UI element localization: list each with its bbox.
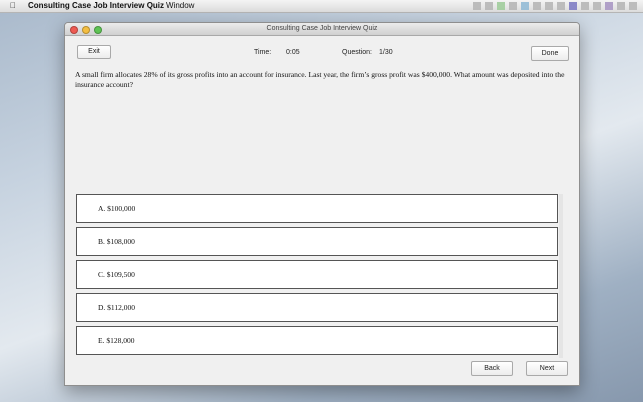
answer-list: A. $100,000 B. $108,000 C. $109,500 D. $… [75,194,561,358]
status-icon[interactable] [473,2,481,10]
apple-icon[interactable]:  [10,0,16,12]
status-icon[interactable] [521,2,529,10]
answer-list-scrollbar[interactable] [559,194,563,358]
close-window-icon[interactable] [70,26,78,34]
answer-option-d[interactable]: D. $112,000 [76,293,558,322]
status-icons [473,2,637,10]
question-text: A small firm allocates 28% of its gross … [75,70,565,89]
window-titlebar[interactable]: Consulting Case Job Interview Quiz [65,23,579,36]
answer-option-a[interactable]: A. $100,000 [76,194,558,223]
time-label: Time: [254,49,272,56]
done-button[interactable]: Done [531,46,569,61]
exit-button[interactable]: Exit [77,45,111,59]
status-icon[interactable] [533,2,541,10]
answer-option-e[interactable]: E. $128,000 [76,326,558,355]
status-icon[interactable] [629,2,637,10]
status-icon[interactable] [557,2,565,10]
answer-option-b[interactable]: B. $108,000 [76,227,558,256]
status-icon[interactable] [485,2,493,10]
question-counter-value: 1/30 [379,49,393,56]
zoom-window-icon[interactable] [94,26,102,34]
next-button[interactable]: Next [526,361,568,376]
status-icon[interactable] [617,2,625,10]
status-icon[interactable] [509,2,517,10]
menu-bar:  Consulting Case Job Interview Quiz Win… [0,0,643,13]
window-controls [70,26,102,34]
answer-option-c[interactable]: C. $109,500 [76,260,558,289]
quiz-window: Consulting Case Job Interview Quiz Exit … [64,22,580,386]
status-icon[interactable] [581,2,589,10]
menu-window[interactable]: Window [166,0,194,12]
status-icon[interactable] [545,2,553,10]
menu-app-name[interactable]: Consulting Case Job Interview Quiz [28,0,164,12]
quiz-content: Exit Time: 0:05 Question: 1/30 Done A sm… [65,36,579,385]
minimize-window-icon[interactable] [82,26,90,34]
question-counter-label: Question: [342,49,372,56]
time-value: 0:05 [286,49,300,56]
status-icon[interactable] [497,2,505,10]
status-icon[interactable] [593,2,601,10]
window-title: Consulting Case Job Interview Quiz [266,25,378,32]
back-button[interactable]: Back [471,361,513,376]
status-icon[interactable] [605,2,613,10]
status-icon[interactable] [569,2,577,10]
